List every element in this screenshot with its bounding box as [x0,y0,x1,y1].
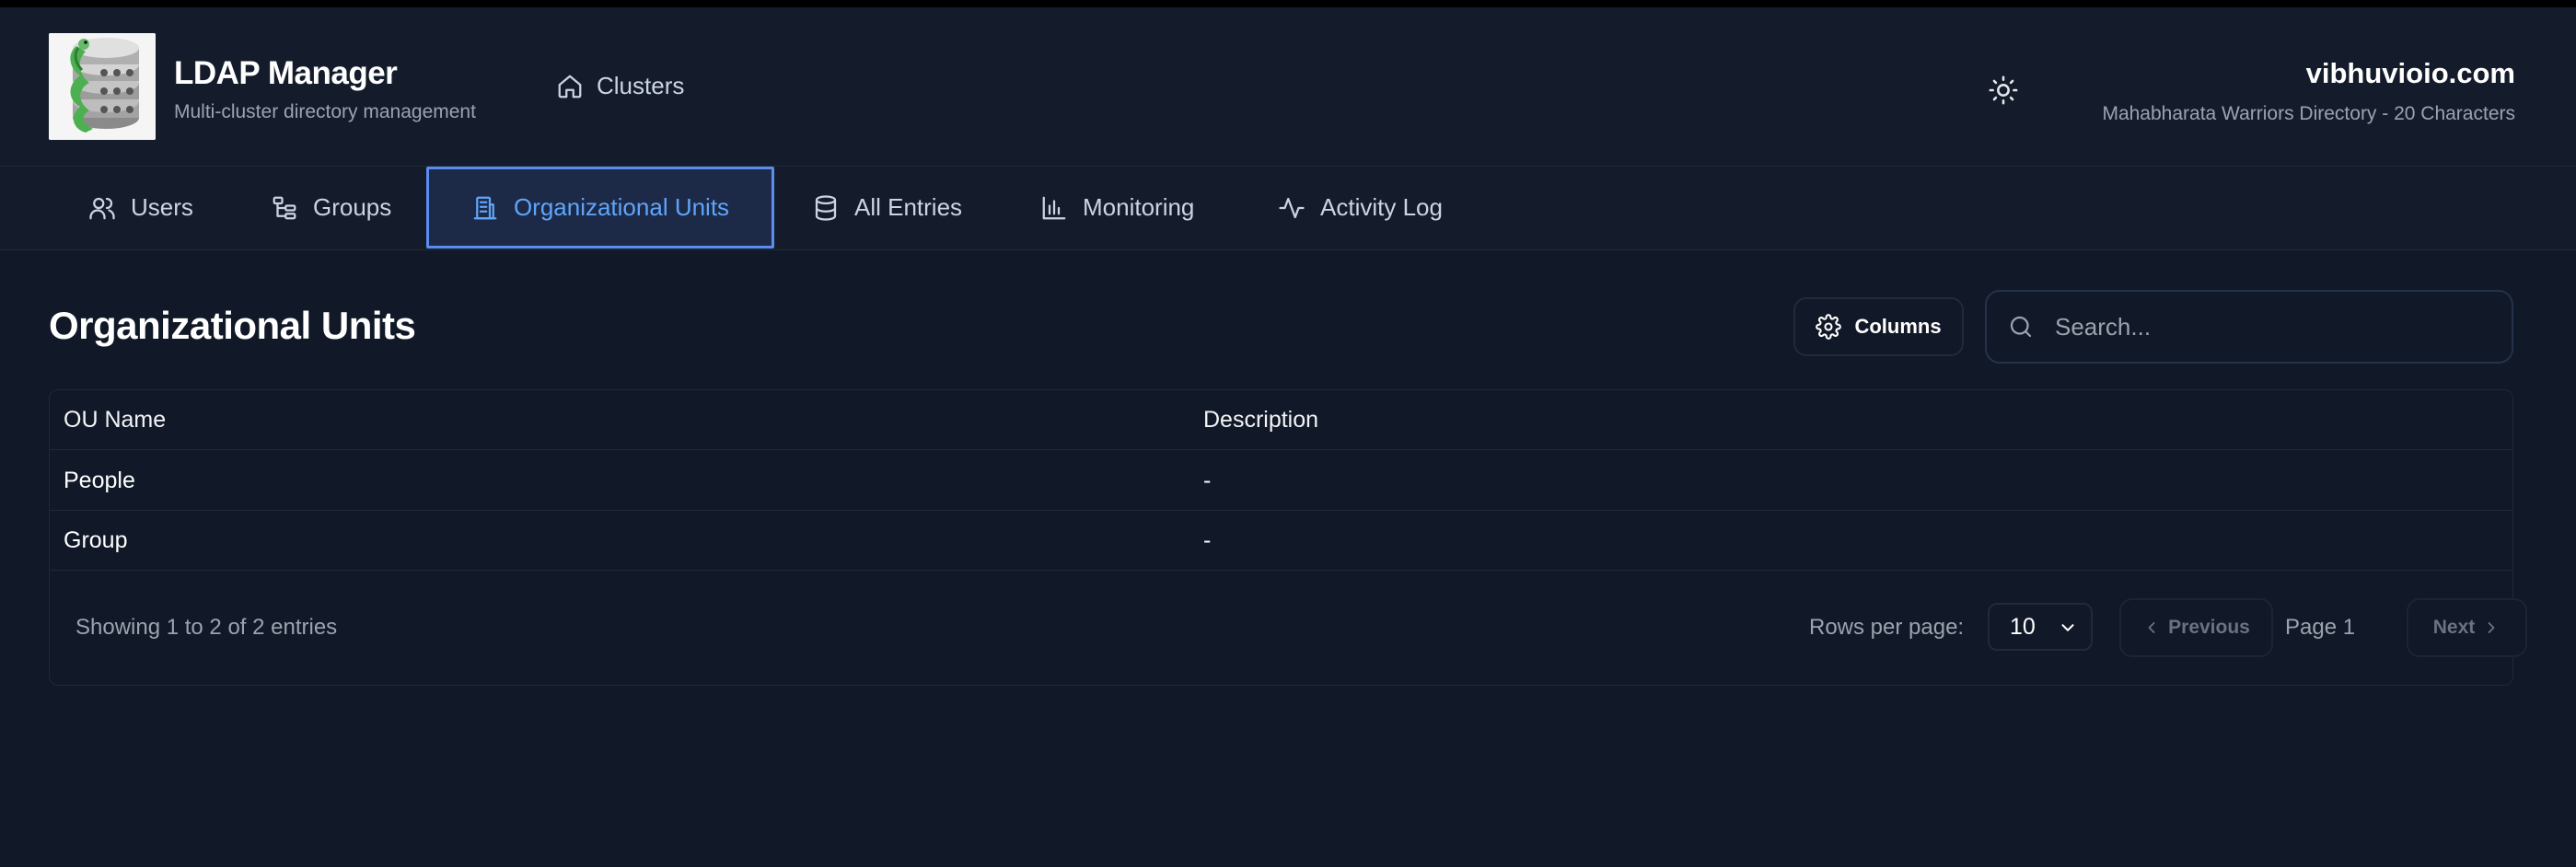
rows-per-page-label: Rows per page: [1809,615,1965,640]
table-header-row: OU Name Description [50,390,2512,450]
app-subtitle: Multi-cluster directory management [174,101,476,122]
theme-toggle-button[interactable] [1985,72,2022,109]
entries-count: Showing 1 to 2 of 2 entries [75,615,338,640]
bar-chart-icon [1042,196,1066,219]
domain-name: vibhuvioio.com [2305,57,2515,89]
window-top-strip [0,0,2576,7]
tab-organizational-units-label: Organizational Units [513,193,730,221]
table-row[interactable]: People - [50,451,2512,511]
building-icon [473,196,497,219]
app-header: LDAP Manager Multi-cluster directory man… [0,7,2576,167]
app-logo[interactable] [49,33,156,140]
tab-organizational-units[interactable]: Organizational Units [426,167,774,249]
chevron-left-icon [2148,622,2155,633]
cell-ou-name: Group [64,526,128,553]
home-icon [558,75,582,98]
tab-monitoring[interactable]: Monitoring [1016,167,1218,249]
tab-activity-log[interactable]: Activity Log [1254,167,1467,249]
app-title: LDAP Manager [174,55,398,91]
users-icon [89,197,115,219]
chevron-down-icon [2061,624,2074,631]
search-icon [2010,316,2032,338]
tab-all-entries-label: All Entries [854,193,963,221]
tab-groups[interactable]: Groups [247,167,415,249]
rows-per-page-select[interactable]: 10 [1988,603,2093,651]
previous-label: Previous [2168,617,2250,638]
table-row[interactable]: Group - [50,511,2512,571]
gear-icon [1816,314,1842,340]
database-stack-logo-icon [49,33,156,140]
tab-users-label: Users [131,193,193,221]
clusters-link[interactable]: Clusters [556,72,684,100]
next-page-button[interactable]: Next [2407,598,2527,657]
clusters-label: Clusters [597,72,685,99]
tab-activity-log-label: Activity Log [1320,193,1443,221]
page-indicator: Page 1 [2285,615,2356,640]
cell-description: - [1203,467,1212,493]
tab-all-entries[interactable]: All Entries [788,167,986,249]
sun-icon [1989,75,2018,105]
tab-groups-label: Groups [313,193,392,221]
activity-icon [1279,197,1305,218]
page-title: Organizational Units [49,304,416,347]
ou-table: OU Name Description People - Group - Sho… [49,389,2527,687]
previous-page-button[interactable]: Previous [2119,598,2273,657]
search-box [1985,290,2513,364]
next-label: Next [2432,617,2476,638]
table-footer: Showing 1 to 2 of 2 entries Rows per pag… [50,572,2527,687]
domain-description: Mahabharata Warriors Directory - 20 Char… [2102,103,2515,124]
cell-ou-name: People [64,467,135,493]
cell-description: - [1203,526,1212,553]
columns-button[interactable]: Columns [1793,297,1964,356]
column-header-description[interactable]: Description [1203,407,1318,434]
hierarchy-icon [273,196,296,219]
tab-monitoring-label: Monitoring [1083,193,1195,221]
columns-button-label: Columns [1854,315,1942,338]
database-icon [815,194,837,221]
chevron-right-icon [2488,622,2495,633]
tab-users[interactable]: Users [64,167,217,249]
rows-per-page-value: 10 [2010,613,2036,640]
main-tabs: Users Groups Organizational Units All En… [0,167,2576,250]
search-input[interactable] [2055,312,2497,341]
column-header-ou-name[interactable]: OU Name [64,407,166,434]
